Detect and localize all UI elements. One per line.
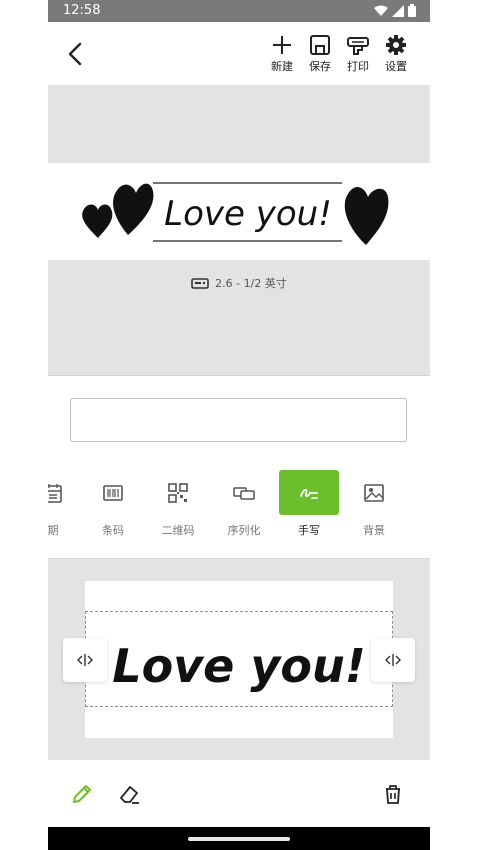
right-heart-icon xyxy=(344,186,389,245)
home-indicator[interactable] xyxy=(188,837,290,841)
tab-barcode-label: 条码 xyxy=(102,524,124,537)
app-header: 新建 保存 打印 设置 xyxy=(48,22,430,85)
element-tabs: 期 条码 二维码 序列化 手写 背景 xyxy=(48,470,430,540)
qrcode-icon xyxy=(168,482,188,503)
printer-icon xyxy=(347,37,369,55)
tab-serialize-label: 序列化 xyxy=(227,524,261,537)
label-preview-area: Love you! 2.6 - 1/2 英寸 xyxy=(48,85,430,376)
gear-icon xyxy=(386,35,406,55)
resize-horizontal-icon xyxy=(385,654,401,666)
tab-handwriting-label: 手写 xyxy=(298,524,320,537)
save-button[interactable]: 保存 xyxy=(306,34,334,74)
label-size-text: 2.6 - 1/2 英寸 xyxy=(215,277,287,290)
small-heart-icon xyxy=(82,204,113,238)
label-tape-icon xyxy=(191,277,209,289)
save-icon xyxy=(310,35,330,55)
settings-button[interactable]: 设置 xyxy=(382,34,410,74)
barcode-icon xyxy=(103,484,123,501)
pencil-icon[interactable] xyxy=(70,782,94,806)
status-bar: 12:58 xyxy=(48,0,430,22)
system-nav-bar xyxy=(48,827,430,850)
print-button-label: 打印 xyxy=(347,60,369,73)
text-input[interactable] xyxy=(70,398,407,442)
image-icon xyxy=(364,483,384,502)
tab-qrcode-label: 二维码 xyxy=(161,524,195,537)
phone-screen: 12:58 新建 保存 打印 设置 Love you! 2.6 - 1/2 英寸… xyxy=(48,0,430,850)
selection-box[interactable] xyxy=(85,611,393,707)
print-button[interactable]: 打印 xyxy=(344,34,372,74)
status-icons xyxy=(374,4,416,17)
tab-date-label: 期 xyxy=(48,524,59,537)
back-arrow-icon[interactable] xyxy=(64,40,88,68)
wifi-icon xyxy=(374,5,388,16)
new-button-label: 新建 xyxy=(271,60,293,73)
calendar-icon xyxy=(48,483,62,503)
handwriting-icon xyxy=(300,488,318,499)
signal-icon xyxy=(392,4,404,17)
resize-horizontal-icon xyxy=(77,654,93,666)
label-preview-graphic: Love you! xyxy=(82,182,389,245)
serial-icon xyxy=(233,486,255,500)
tab-background-label: 背景 xyxy=(363,524,385,537)
tab-serialize[interactable]: 序列化 xyxy=(214,470,274,540)
save-button-label: 保存 xyxy=(309,60,331,73)
header-toolbar: 新建 保存 打印 设置 xyxy=(268,34,410,74)
tab-barcode[interactable]: 条码 xyxy=(83,470,143,540)
tab-background[interactable]: 背景 xyxy=(344,470,404,540)
plus-icon xyxy=(273,36,291,54)
tab-date[interactable]: 期 xyxy=(48,470,83,540)
left-resize-handle[interactable] xyxy=(63,638,107,682)
eraser-icon[interactable] xyxy=(118,782,142,806)
handwriting-canvas-area: Love you! xyxy=(48,559,430,760)
label-preview[interactable]: Love you! xyxy=(48,163,430,260)
label-preview-text: Love you! xyxy=(164,194,332,234)
status-time: 12:58 xyxy=(63,3,101,18)
drawing-tools xyxy=(48,760,430,827)
label-size-row: 2.6 - 1/2 英寸 xyxy=(48,275,430,291)
tab-qrcode[interactable]: 二维码 xyxy=(148,470,208,540)
trash-icon[interactable] xyxy=(381,782,405,806)
new-button[interactable]: 新建 xyxy=(268,34,296,74)
tab-handwriting[interactable]: 手写 xyxy=(279,470,339,540)
battery-icon xyxy=(408,4,416,17)
large-heart-icon xyxy=(113,183,154,235)
settings-button-label: 设置 xyxy=(385,60,407,73)
right-resize-handle[interactable] xyxy=(371,638,415,682)
